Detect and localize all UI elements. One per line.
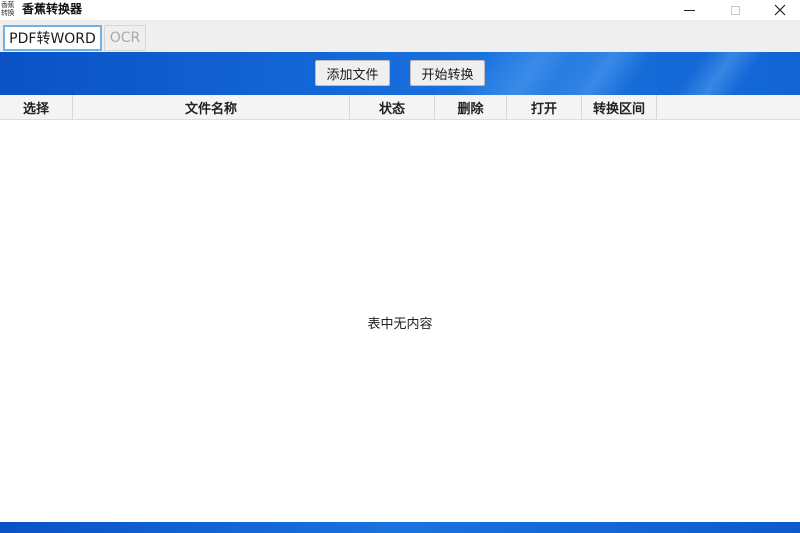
app-logo: 香蕉 转换 [1,1,15,17]
footer-band [0,522,800,533]
table-header: 选择 文件名称 状态 删除 打开 转换区间 [0,95,800,120]
column-header-status[interactable]: 状态 [350,95,435,119]
column-header-select[interactable]: 选择 [0,95,73,119]
tab-ocr[interactable]: OCR [104,25,146,51]
tab-pdf-to-word[interactable]: PDF转WORD [3,25,102,51]
maximize-button[interactable] [712,0,758,20]
close-button[interactable] [757,0,800,20]
file-table-body[interactable]: 表中无内容 [0,120,800,522]
column-header-file-name[interactable]: 文件名称 [73,95,350,119]
banner-decoration [674,52,766,95]
add-file-button[interactable]: 添加文件 [315,60,390,86]
column-header-convert-range[interactable]: 转换区间 [582,95,657,119]
start-convert-button[interactable]: 开始转换 [410,60,485,86]
toolbar-banner: 添加文件 开始转换 [0,52,800,95]
maximize-icon [730,5,740,15]
window-title: 香蕉转换器 [22,2,83,16]
column-header-delete[interactable]: 删除 [435,95,507,119]
tab-strip: PDF转WORD OCR [0,20,800,52]
column-header-open[interactable]: 打开 [507,95,582,119]
minimize-icon [683,9,695,11]
title-bar: 香蕉 转换 香蕉转换器 [0,0,800,20]
minimize-button[interactable] [666,0,712,20]
close-icon [774,4,786,16]
empty-table-message: 表中无内容 [367,317,433,332]
